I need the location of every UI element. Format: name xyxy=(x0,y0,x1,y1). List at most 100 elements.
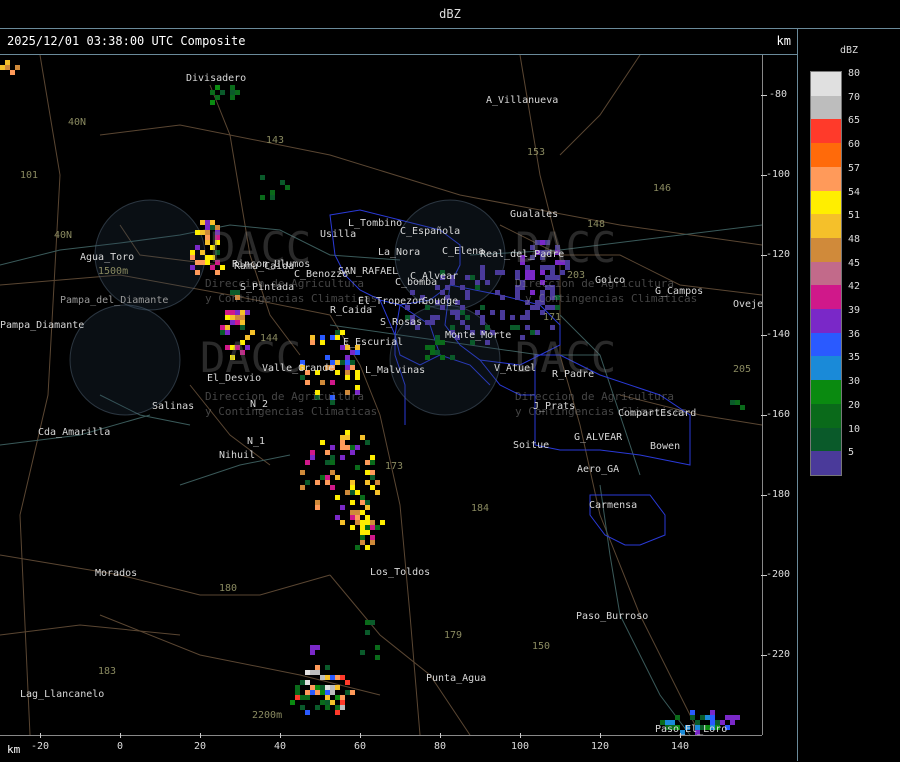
echo-cell xyxy=(325,475,330,480)
echo-cell xyxy=(345,355,350,360)
echo-cell xyxy=(300,485,305,490)
echo-cell xyxy=(700,715,705,720)
echo-cell xyxy=(535,305,540,310)
echo-cell xyxy=(230,85,235,90)
legend-swatch xyxy=(811,119,841,144)
echo-cell xyxy=(425,355,430,360)
watermark-line2: y Contingencias Climaticas xyxy=(205,292,378,305)
echo-cell xyxy=(335,330,340,335)
x-tick xyxy=(440,733,441,738)
echo-cell xyxy=(360,540,365,545)
echo-cell xyxy=(370,475,375,480)
echo-cell xyxy=(360,510,365,515)
echo-cell xyxy=(550,325,555,330)
place-label: J_Prats xyxy=(533,401,576,412)
echo-cell xyxy=(305,480,310,485)
echo-cell xyxy=(200,250,205,255)
echo-cell xyxy=(410,290,415,295)
road-label: 205 xyxy=(733,364,752,375)
echo-cell xyxy=(335,335,340,340)
echo-cell xyxy=(345,430,350,435)
echo-cell xyxy=(525,325,530,330)
echo-cell xyxy=(340,445,345,450)
echo-cell xyxy=(330,675,335,680)
legend-swatch xyxy=(811,356,841,381)
echo-cell xyxy=(215,95,220,100)
echo-cell xyxy=(365,505,370,510)
legend-value: 39 xyxy=(848,305,861,317)
y-tick-label: -120 xyxy=(765,249,791,260)
echo-cell xyxy=(475,310,480,315)
echo-cell xyxy=(335,495,340,500)
echo-cell xyxy=(285,185,290,190)
echo-cell xyxy=(340,435,345,440)
echo-cell xyxy=(310,670,315,675)
echo-cell xyxy=(320,380,325,385)
echo-cell xyxy=(365,525,370,530)
road-label: 143 xyxy=(266,135,285,146)
echo-cell xyxy=(315,665,320,670)
echo-cell xyxy=(365,460,370,465)
echo-cell xyxy=(335,360,340,365)
echo-cell xyxy=(480,275,485,280)
place-label: C_Elena xyxy=(442,246,485,257)
echo-cell xyxy=(335,675,340,680)
x-tick xyxy=(120,733,121,738)
echo-cell xyxy=(240,320,245,325)
legend-swatch xyxy=(811,95,841,120)
legend-value: 20 xyxy=(848,399,861,411)
place-label: Rincon_Ulumos xyxy=(232,259,311,270)
place-label: Gualales xyxy=(510,209,559,220)
echo-cell xyxy=(515,325,520,330)
echo-cell xyxy=(495,290,500,295)
place-label: Ovejeria xyxy=(733,299,762,310)
legend-swatch xyxy=(811,72,841,97)
echo-cell xyxy=(430,350,435,355)
legend-value: 10 xyxy=(848,423,861,435)
echo-cell xyxy=(545,305,550,310)
road-label: 150 xyxy=(532,641,551,652)
echo-cell xyxy=(305,680,310,685)
y-axis: -80 -100 -120 -140 -160 -180 -200 -220 xyxy=(761,55,798,735)
echo-cell xyxy=(455,310,460,315)
echo-cell xyxy=(345,690,350,695)
echo-cell xyxy=(325,700,330,705)
legend-swatch xyxy=(811,214,841,239)
radar-map[interactable]: DACC DACC DACC DACC Direccion de Agricul… xyxy=(0,55,762,735)
echo-cell xyxy=(355,545,360,550)
echo-cell xyxy=(500,310,505,315)
echo-cell xyxy=(340,695,345,700)
watermark-line1: Direccion de Agricultura xyxy=(205,390,364,403)
echo-cell xyxy=(340,700,345,705)
echo-cell xyxy=(310,690,315,695)
x-tick xyxy=(40,733,41,738)
echo-cell xyxy=(465,315,470,320)
echo-cell xyxy=(240,325,245,330)
y-tick-label: -220 xyxy=(765,649,791,660)
road-label: 173 xyxy=(385,461,404,472)
legend-swatch xyxy=(811,427,841,452)
echo-cell xyxy=(320,340,325,345)
legend-value: 42 xyxy=(848,281,861,293)
echo-cell xyxy=(320,690,325,695)
x-tick-label: 40 xyxy=(273,741,287,752)
watermark-brand: DACC xyxy=(515,223,617,272)
x-tick xyxy=(680,733,681,738)
place-label: Paso_El_Loro xyxy=(655,724,728,735)
echo-cell xyxy=(230,315,235,320)
echo-cell xyxy=(295,685,300,690)
echo-cell xyxy=(340,440,345,445)
echo-cell xyxy=(495,270,500,275)
echo-cell xyxy=(320,675,325,680)
legend-value: 51 xyxy=(848,210,861,222)
echo-cell xyxy=(350,480,355,485)
echo-cell xyxy=(235,315,240,320)
echo-cell xyxy=(435,315,440,320)
echo-cell xyxy=(355,445,360,450)
echo-cell xyxy=(510,315,515,320)
legend-value: 30 xyxy=(848,376,861,388)
echo-cell xyxy=(730,715,735,720)
place-label: Valle_Grande xyxy=(262,363,335,374)
window-title: dBZ xyxy=(439,7,461,21)
echo-cell xyxy=(425,345,430,350)
